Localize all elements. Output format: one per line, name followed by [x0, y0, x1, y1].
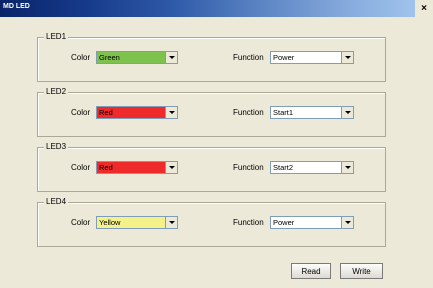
led3-color-label: Color	[71, 163, 91, 172]
chevron-down-icon[interactable]	[165, 107, 177, 118]
led3-color-select[interactable]: Red	[96, 161, 178, 174]
led2-function-select[interactable]: Start1	[270, 106, 354, 119]
close-icon: ×	[421, 3, 427, 14]
led1-function-label: Function	[233, 53, 264, 62]
led3-function-label: Function	[233, 163, 264, 172]
led1-group: LED1 Color Green Function Power	[37, 32, 386, 82]
led3-function-select[interactable]: Start2	[270, 161, 354, 174]
led2-color-label: Color	[71, 108, 91, 117]
chevron-down-icon[interactable]	[341, 162, 353, 173]
led4-color-select[interactable]: Yellow	[96, 216, 178, 229]
led1-group-label: LED1	[44, 32, 69, 41]
led2-color-select[interactable]: Red	[96, 106, 178, 119]
led4-function-select[interactable]: Power	[270, 216, 354, 229]
led4-function-label: Function	[233, 218, 264, 227]
led3-group-label: LED3	[44, 142, 69, 151]
led2-color-value: Red	[97, 107, 166, 118]
led3-color-value: Red	[97, 162, 166, 173]
title-bar: MD LED ×	[0, 0, 433, 17]
led3-group: LED3 Color Red Function Start2	[37, 142, 386, 192]
led1-function-select[interactable]: Power	[270, 51, 354, 64]
window-title: MD LED	[3, 3, 30, 10]
led1-color-value: Green	[97, 52, 166, 63]
dialog-body: LED1 Color Green Function Power LED2 Col…	[0, 17, 433, 288]
led3-function-value: Start2	[273, 163, 294, 172]
chevron-down-icon[interactable]	[165, 217, 177, 228]
chevron-down-icon[interactable]	[341, 52, 353, 63]
chevron-down-icon[interactable]	[341, 107, 353, 118]
led1-function-value: Power	[273, 53, 295, 62]
chevron-down-icon[interactable]	[341, 217, 353, 228]
close-button[interactable]: ×	[415, 0, 433, 17]
led2-group: LED2 Color Red Function Start1	[37, 87, 386, 137]
led2-function-value: Start1	[273, 108, 294, 117]
led1-color-label: Color	[71, 53, 91, 62]
led1-color-select[interactable]: Green	[96, 51, 178, 64]
read-button[interactable]: Read	[291, 263, 331, 279]
led4-group-label: LED4	[44, 197, 69, 206]
led4-function-value: Power	[273, 218, 295, 227]
write-button[interactable]: Write	[340, 263, 383, 279]
led4-color-label: Color	[71, 218, 91, 227]
chevron-down-icon[interactable]	[165, 162, 177, 173]
led2-group-label: LED2	[44, 87, 69, 96]
chevron-down-icon[interactable]	[165, 52, 177, 63]
led4-group: LED4 Color Yellow Function Power	[37, 197, 386, 247]
led4-color-value: Yellow	[97, 217, 166, 228]
led2-function-label: Function	[233, 108, 264, 117]
